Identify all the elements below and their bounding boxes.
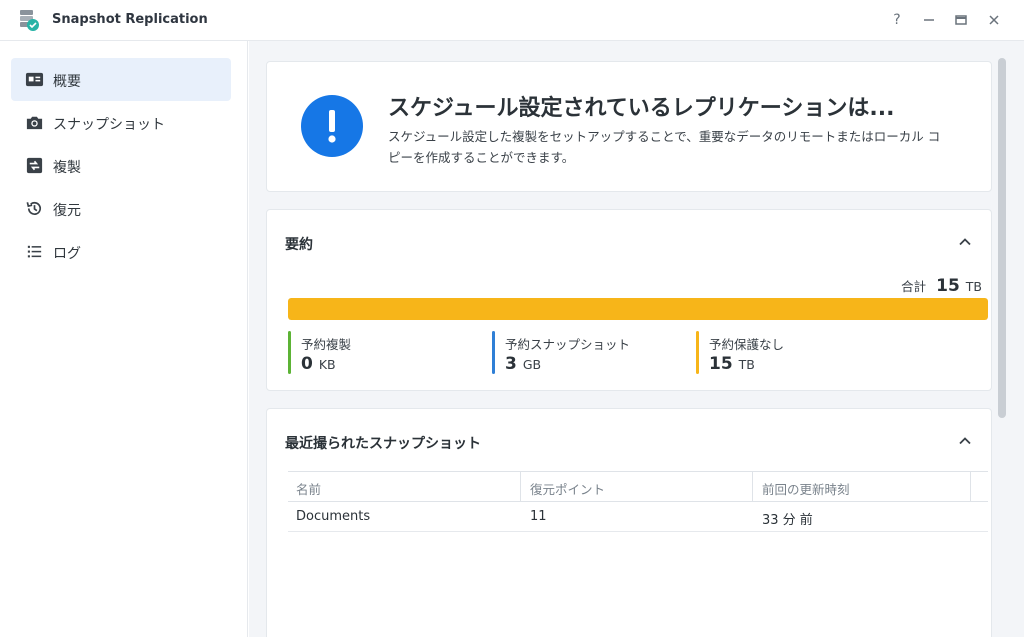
exclamation-icon xyxy=(301,95,363,157)
legend-color-stripe xyxy=(696,331,699,374)
legend-label: 予約スナップショット xyxy=(505,337,631,352)
recent-snapshots-panel: 最近撮られたスナップショット 名前 復元ポイント 前回の更新時刻 Documen… xyxy=(266,408,992,637)
sidebar-item-label: スナップショット xyxy=(53,117,165,133)
usage-bar-fill xyxy=(288,298,988,320)
total-value: 15 xyxy=(936,276,960,296)
summary-title: 要約 xyxy=(285,237,313,253)
sidebar-item-snapshot[interactable]: スナップショット xyxy=(11,101,231,144)
table-row[interactable]: Documents 11 33 分 前 xyxy=(288,502,988,532)
scrollbar[interactable] xyxy=(998,58,1006,418)
legend-label: 予約保護なし xyxy=(709,337,785,352)
replication-icon xyxy=(26,157,43,174)
maximize-button[interactable] xyxy=(952,11,970,29)
recent-snapshots-title: 最近撮られたスナップショット xyxy=(285,436,481,452)
legend-reserved-replication: 予約複製 0 KB xyxy=(288,331,488,374)
legend-unprotected: 予約保護なし 15 TB xyxy=(696,331,896,374)
minimize-icon xyxy=(924,19,934,21)
app-logo-icon xyxy=(20,10,39,31)
close-icon xyxy=(989,15,999,25)
usage-bar xyxy=(288,298,988,320)
main-content: スケジュール設定されているレプリケーションは... スケジュール設定した複製をセ… xyxy=(249,41,1024,637)
column-divider[interactable] xyxy=(752,472,753,502)
cell-name: Documents xyxy=(296,509,371,524)
banner-description: スケジュール設定した複製をセットアップすることで、重要なデータのリモートまたはロ… xyxy=(388,129,941,165)
chevron-up-icon[interactable] xyxy=(957,433,973,449)
table-header: 名前 復元ポイント 前回の更新時刻 xyxy=(288,471,988,502)
legend-reserved-snapshot: 予約スナップショット 3 GB xyxy=(492,331,692,374)
sidebar-item-label: 複製 xyxy=(53,160,81,176)
minimize-button[interactable] xyxy=(920,11,938,29)
sidebar-item-replication[interactable]: 複製 xyxy=(11,144,231,187)
sidebar-item-overview[interactable]: 概要 xyxy=(11,58,231,101)
close-button[interactable] xyxy=(985,11,1003,29)
window-title: Snapshot Replication xyxy=(52,12,208,27)
camera-icon xyxy=(26,116,43,130)
sidebar-item-label: 復元 xyxy=(53,203,81,219)
restore-icon xyxy=(26,201,42,215)
log-list-icon xyxy=(27,245,42,258)
legend-label: 予約複製 xyxy=(301,337,352,352)
legend-value: 15 TB xyxy=(709,354,755,374)
banner-title: スケジュール設定されているレプリケーションは... xyxy=(388,96,895,121)
legend-color-stripe xyxy=(288,331,291,374)
column-header-restore-points[interactable]: 復元ポイント xyxy=(530,479,605,498)
overview-icon xyxy=(25,72,44,87)
sidebar-item-log[interactable]: ログ xyxy=(11,230,231,273)
maximize-icon xyxy=(955,15,967,25)
info-banner: スケジュール設定されているレプリケーションは... スケジュール設定した複製をセ… xyxy=(266,61,992,192)
chevron-up-icon[interactable] xyxy=(957,234,973,250)
cell-last-updated: 33 分 前 xyxy=(762,513,813,528)
summary-panel: 要約 合計 15 TB 予約複製 0 KB 予約スナップショット 3 GB 予約保護… xyxy=(266,209,992,391)
total-capacity: 合計 15 TB xyxy=(901,276,982,296)
column-divider[interactable] xyxy=(520,472,521,502)
legend-color-stripe xyxy=(492,331,495,374)
sidebar-item-label: ログ xyxy=(53,246,81,262)
help-button[interactable]: ? xyxy=(888,11,906,29)
sidebar: 概要 スナップショット 複製 復元 ログ xyxy=(0,41,248,637)
legend-value: 0 KB xyxy=(301,354,336,374)
sidebar-item-label: 概要 xyxy=(53,74,81,90)
column-header-name[interactable]: 名前 xyxy=(296,479,321,498)
cell-restore-points: 11 xyxy=(530,509,547,524)
column-header-last-updated[interactable]: 前回の更新時刻 xyxy=(762,479,850,498)
title-bar: Snapshot Replication ? xyxy=(0,0,1024,41)
sidebar-item-restore[interactable]: 復元 xyxy=(11,187,231,230)
snapshot-table: 名前 復元ポイント 前回の更新時刻 Documents 11 33 分 前 xyxy=(288,471,988,532)
column-divider[interactable] xyxy=(970,472,971,502)
total-label: 合計 xyxy=(901,279,927,294)
total-unit: TB xyxy=(965,279,982,294)
legend-value: 3 GB xyxy=(505,354,542,374)
